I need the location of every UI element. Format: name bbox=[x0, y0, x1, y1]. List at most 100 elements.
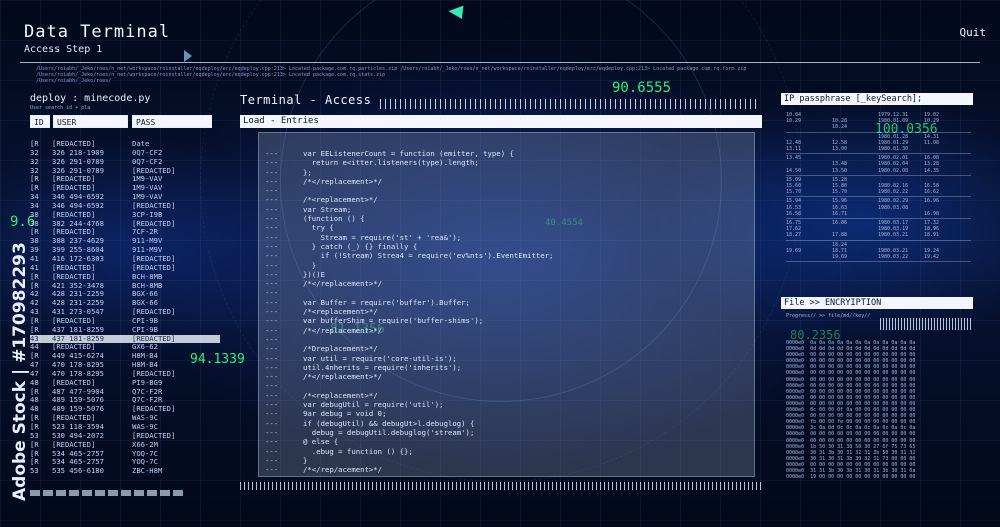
column-header-id[interactable]: ID bbox=[30, 115, 50, 128]
passphrase-row: 18.27 17.88 1980.03.21 18.91 bbox=[786, 232, 971, 238]
line-marker: --- bbox=[265, 409, 279, 419]
line-marker: --- bbox=[265, 307, 279, 317]
code-text: debug = debugUtil.debuglog('stream'); bbox=[303, 427, 475, 437]
table-row[interactable]: 53 535 456-6180 ZBC-H8M bbox=[30, 466, 220, 476]
line-marker: --- bbox=[265, 195, 279, 205]
code-line: --- /*</replacement>*/ bbox=[265, 177, 553, 186]
code-line: --- /*Dreplacement>*/ bbox=[265, 344, 553, 353]
line-marker: --- bbox=[265, 316, 279, 326]
column-header-pass[interactable]: PASS bbox=[132, 115, 212, 128]
passphrase-cell: 1980.02.08 bbox=[878, 167, 909, 174]
line-marker: --- bbox=[265, 437, 279, 447]
code-line: ---}; bbox=[265, 168, 553, 177]
passphrase-cell: 16.71 bbox=[832, 210, 848, 217]
line-marker: --- bbox=[265, 446, 279, 456]
file-encryption-bar[interactable]: File >> ENCRYIPTION bbox=[781, 297, 973, 309]
ip-passphrase-bar[interactable]: IP passphrase [_keySearch]; bbox=[781, 93, 973, 105]
code-line: --- bbox=[265, 186, 553, 195]
passphrase-row: 13.11 13.00 1980.01.30 bbox=[786, 146, 971, 152]
passphrase-table: 10.04 1979.12.31 19.02 10.29 10.28 1980.01.09… bbox=[786, 112, 971, 288]
code-text: var debugUtil = require('util'); bbox=[303, 400, 444, 410]
passphrase-cell: 19.69 bbox=[832, 254, 848, 261]
row-divider bbox=[786, 218, 971, 220]
encryption-progress-label: Progress// >> file/md//key// bbox=[786, 313, 871, 319]
code-block: --- var EEListenerCount = function (emitt… bbox=[265, 149, 553, 476]
passphrase-cell: 1980.03.21 bbox=[878, 232, 909, 239]
passphrase-cell: 13.11 bbox=[786, 146, 802, 153]
app-subtitle: Access Step 1 bbox=[24, 44, 103, 55]
passphrase-cell: 16.62 bbox=[924, 189, 940, 196]
code-line: --- bbox=[265, 288, 553, 297]
code-line: --- /*</replacement>*/ bbox=[265, 326, 553, 335]
terminal-tick-bar bbox=[380, 99, 760, 109]
code-line: --- } bbox=[265, 261, 553, 270]
row-divider bbox=[786, 153, 971, 155]
code-line: --- /*</replacement>*/ bbox=[265, 279, 553, 288]
line-marker: --- bbox=[265, 288, 279, 298]
terminal-title: Terminal - Access bbox=[240, 93, 372, 107]
code-line: --- 9ar debug = void 0; bbox=[265, 409, 553, 418]
code-line: --- @ else { bbox=[265, 437, 553, 446]
row-divider bbox=[786, 131, 971, 133]
line-marker: --- bbox=[265, 381, 279, 391]
line-marker: --- bbox=[265, 465, 279, 475]
quit-button[interactable]: Quit bbox=[960, 26, 987, 39]
passphrase-row: 14.50 13.50 1980.02.08 14.35 bbox=[786, 168, 971, 174]
hex-line: 0000e0 19 00 00 00 00 00 00 00 00 00 00 … bbox=[786, 474, 916, 481]
code-text: var util = require('core-util-is'); bbox=[303, 353, 457, 363]
passphrase-cell bbox=[878, 211, 924, 217]
row-divider bbox=[786, 196, 971, 198]
code-text: try { bbox=[303, 223, 334, 233]
code-line: ---/*</rep/acement>*/ bbox=[265, 465, 553, 474]
passphrase-row: 15.70 15.70 1980.02.22 16.62 bbox=[786, 189, 971, 195]
code-line: --- bbox=[265, 381, 553, 390]
passphrase-cell: 19.42 bbox=[924, 254, 940, 261]
line-marker: --- bbox=[265, 251, 279, 261]
code-line: --- Stream = require('st' + 'rea&'); bbox=[265, 233, 553, 242]
encryption-waveform bbox=[880, 318, 972, 330]
code-text: /*</replacement>*/ bbox=[303, 325, 383, 335]
line-marker: --- bbox=[265, 325, 279, 335]
triangle-marker-icon bbox=[184, 50, 192, 62]
passphrase-cell: 18.27 bbox=[786, 232, 802, 239]
app-title: Data Terminal bbox=[24, 22, 171, 42]
left-panel-title: deploy : minecode.py bbox=[30, 93, 151, 104]
code-line: --- /*<replacement>*/ bbox=[265, 391, 553, 400]
user-table: [R [REDACTED] Date 32 326 218-1909 0Q7-CF2 32 3… bbox=[30, 139, 220, 476]
left-panel-hint: User search id + pla bbox=[30, 105, 91, 111]
terminal-bottom-bar bbox=[240, 482, 762, 490]
code-text: var bufferShim = require('buffer-shims')… bbox=[303, 316, 484, 326]
code-line: --- debug = debugUtil.debuglog('stream')… bbox=[265, 428, 553, 437]
line-marker: --- bbox=[265, 427, 279, 437]
code-text: /*</replacement>*/ bbox=[303, 176, 383, 186]
code-text: /*<replacement>*/ bbox=[303, 195, 378, 205]
line-marker: --- bbox=[265, 455, 279, 465]
passphrase-cell: 16.58 bbox=[786, 210, 802, 217]
line-marker: --- bbox=[265, 334, 279, 344]
passphrase-cell: 17.88 bbox=[832, 232, 848, 239]
load-entries-bar[interactable]: Load - Entries bbox=[240, 115, 762, 128]
line-marker: --- bbox=[265, 204, 279, 214]
code-editor[interactable]: --- var EEListenerCount = function (emitt… bbox=[258, 132, 755, 477]
header-divider bbox=[20, 62, 980, 63]
code-text: /*</rep/acement>*/ bbox=[303, 465, 383, 475]
code-line: --- bbox=[265, 474, 553, 476]
passphrase-cell: 13.50 bbox=[832, 167, 848, 174]
line-marker: --- bbox=[265, 390, 279, 400]
passphrase-row: 10.24 bbox=[786, 124, 971, 130]
line-marker: --- bbox=[265, 353, 279, 363]
watermark-text: Adobe Stock | #170982293 bbox=[10, 242, 30, 501]
code-text: } bbox=[303, 455, 308, 465]
passphrase-cell: 14.35 bbox=[924, 167, 940, 174]
hex-dump: 0000e0 0a 0a 0a 0a 0a 0a 0a 0a 0a 0a 0a … bbox=[786, 340, 974, 488]
code-text: (function () { bbox=[303, 214, 365, 224]
code-line: --- util.4nherits = require('inherits'); bbox=[265, 363, 553, 372]
passphrase-cell: 13.00 bbox=[832, 146, 848, 153]
code-text: .ebug = function () {}; bbox=[303, 446, 413, 456]
column-header-user[interactable]: USER bbox=[53, 115, 128, 128]
line-marker: --- bbox=[265, 418, 279, 428]
hud-number: 90.6555 bbox=[612, 80, 672, 96]
line-marker: --- bbox=[265, 297, 279, 307]
code-text: /*</replacement>*/ bbox=[303, 279, 383, 289]
code-line: --- try { bbox=[265, 223, 553, 232]
